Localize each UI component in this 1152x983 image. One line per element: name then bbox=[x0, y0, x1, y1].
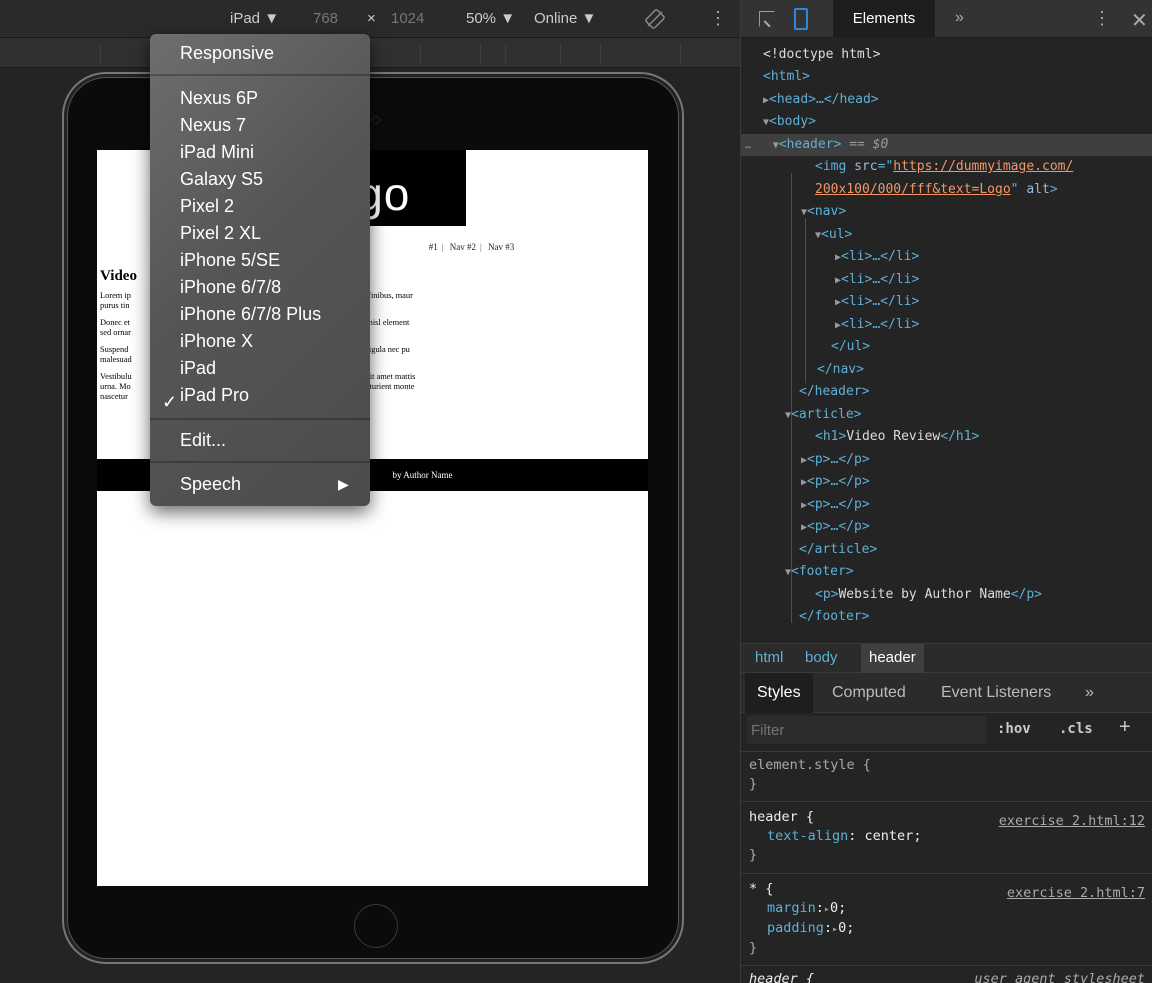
rule-universal[interactable]: * { exercise 2.html:7 margin:▸0; padding… bbox=[741, 873, 1152, 963]
menu-item-device[interactable]: iPhone 6/7/8 Plus bbox=[180, 304, 321, 325]
rule-header[interactable]: header { exercise 2.html:12 text-align: … bbox=[741, 801, 1152, 871]
breadcrumb: html body header bbox=[741, 643, 1152, 673]
menu-item-device[interactable]: iPhone 5/SE bbox=[180, 250, 280, 271]
devtools-panel: Elements » ⋮ ✕ <!doctype html> <html> ▶<… bbox=[740, 0, 1152, 983]
breadcrumb-body[interactable]: body bbox=[805, 649, 838, 666]
tab-styles[interactable]: Styles bbox=[745, 673, 813, 713]
dom-node-li[interactable]: ▶<li>…</li> bbox=[741, 269, 1152, 291]
rule-source-link[interactable]: exercise 2.html:12 bbox=[999, 812, 1145, 831]
nav-item[interactable]: Nav #3 bbox=[488, 242, 514, 252]
styles-tabbar: Styles Computed Event Listeners » bbox=[741, 673, 1152, 713]
submenu-arrow-icon: ▶ bbox=[338, 476, 349, 492]
tab-computed[interactable]: Computed bbox=[832, 673, 906, 713]
dom-node-nav[interactable]: ▼<nav> bbox=[741, 201, 1152, 223]
dom-node-li[interactable]: ▶<li>…</li> bbox=[741, 291, 1152, 313]
menu-item-device[interactable]: Pixel 2 bbox=[180, 196, 234, 217]
nav-item[interactable]: Nav #2 bbox=[450, 242, 476, 252]
dom-node-ul-close[interactable]: </ul> bbox=[741, 336, 1152, 358]
filter-input[interactable] bbox=[747, 716, 987, 744]
dom-node-h1[interactable]: <h1>Video Review</h1> bbox=[741, 426, 1152, 448]
dom-node-ul[interactable]: ▼<ul> bbox=[741, 224, 1152, 246]
rule-user-agent[interactable]: header { user agent stylesheet bbox=[741, 965, 1152, 983]
dom-node-html[interactable]: <html> bbox=[741, 66, 1152, 88]
dom-node-li[interactable]: ▶<li>…</li> bbox=[741, 246, 1152, 268]
dom-tree: <!doctype html> <html> ▶<head>…</head> ▼… bbox=[741, 38, 1152, 643]
dom-node-footer[interactable]: ▼<footer> bbox=[741, 561, 1152, 583]
dom-node-img-cont[interactable]: 200x100/000/fff&text=Logo" alt> bbox=[741, 179, 1152, 201]
tab-elements[interactable]: Elements bbox=[833, 0, 935, 38]
device-emulation-pane: iPad ▼ 768 × 1024 50% ▼ Online ▼ ⋮ ogo #… bbox=[0, 0, 740, 983]
width-field[interactable]: 768 bbox=[313, 10, 338, 27]
more-panes-icon[interactable]: » bbox=[1085, 673, 1094, 713]
zoom-select[interactable]: 50% ▼ bbox=[466, 10, 515, 27]
dom-node-p[interactable]: ▶<p>…</p> bbox=[741, 516, 1152, 538]
dom-node-footer-close[interactable]: </footer> bbox=[741, 606, 1152, 628]
dom-node-header-close[interactable]: </header> bbox=[741, 381, 1152, 403]
dom-node-head[interactable]: ▶<head>…</head> bbox=[741, 89, 1152, 111]
menu-item-device[interactable]: Nexus 7 bbox=[180, 115, 246, 136]
device-more-icon[interactable]: ⋮ bbox=[709, 8, 727, 29]
device-dropdown-menu: Responsive Nexus 6P Nexus 7 iPad Mini Ga… bbox=[150, 34, 370, 506]
breadcrumb-html[interactable]: html bbox=[755, 649, 783, 666]
device-toggle-icon[interactable] bbox=[794, 8, 808, 30]
dom-node-article-close[interactable]: </article> bbox=[741, 539, 1152, 561]
menu-item-device[interactable]: iPhone 6/7/8 bbox=[180, 277, 281, 298]
menu-item-device[interactable]: iPhone X bbox=[180, 331, 253, 352]
dom-node-p[interactable]: ▶<p>…</p> bbox=[741, 494, 1152, 516]
menu-item-speech[interactable]: Speech bbox=[180, 474, 241, 495]
footer-text: by Author Name bbox=[392, 470, 453, 480]
menu-item-device[interactable]: Pixel 2 XL bbox=[180, 223, 261, 244]
nav-item[interactable]: #1 bbox=[429, 242, 438, 252]
dom-node-li[interactable]: ▶<li>…</li> bbox=[741, 314, 1152, 336]
style-rules: element.style { } header { exercise 2.ht… bbox=[741, 747, 1152, 983]
media-query-bars[interactable] bbox=[0, 38, 740, 68]
height-field[interactable]: 1024 bbox=[391, 10, 424, 27]
rule-source-ua: user agent stylesheet bbox=[974, 971, 1145, 983]
dom-node-nav-close[interactable]: </nav> bbox=[741, 359, 1152, 381]
cls-toggle[interactable]: .cls bbox=[1059, 721, 1093, 737]
dom-node-footer-p[interactable]: <p>Website by Author Name</p> bbox=[741, 584, 1152, 606]
rule-element-style[interactable]: element.style { } bbox=[741, 751, 1152, 801]
menu-item-device[interactable]: iPad Pro bbox=[180, 385, 249, 406]
add-rule-icon[interactable]: + bbox=[1119, 716, 1131, 739]
dom-node-img[interactable]: <img src="https://dummyimage.com/ bbox=[741, 156, 1152, 178]
menu-item-device[interactable]: Galaxy S5 bbox=[180, 169, 263, 190]
dom-node-header-selected[interactable]: … ▼<header> == $0 bbox=[741, 134, 1152, 156]
device-toolbar: iPad ▼ 768 × 1024 50% ▼ Online ▼ ⋮ bbox=[0, 0, 740, 38]
dom-node-body[interactable]: ▼<body> bbox=[741, 111, 1152, 133]
camera-icon bbox=[372, 116, 380, 124]
dom-node-p[interactable]: ▶<p>…</p> bbox=[741, 449, 1152, 471]
hov-toggle[interactable]: :hov bbox=[997, 721, 1031, 737]
breadcrumb-header[interactable]: header bbox=[861, 644, 924, 673]
home-button bbox=[354, 904, 398, 948]
dom-node-p[interactable]: ▶<p>…</p> bbox=[741, 471, 1152, 493]
styles-filter-row: :hov .cls + bbox=[741, 713, 1152, 747]
rotate-icon[interactable] bbox=[645, 9, 665, 29]
network-select[interactable]: Online ▼ bbox=[534, 10, 596, 27]
rule-source-link[interactable]: exercise 2.html:7 bbox=[1007, 884, 1145, 903]
menu-item-edit[interactable]: Edit... bbox=[180, 430, 226, 451]
menu-item-responsive[interactable]: Responsive bbox=[180, 43, 274, 64]
dimension-separator: × bbox=[367, 10, 376, 27]
menu-item-device[interactable]: iPad Mini bbox=[180, 142, 254, 163]
menu-item-device-selected[interactable]: iPad bbox=[180, 358, 216, 379]
checkmark-icon: ✓ bbox=[162, 392, 178, 412]
dom-node-article[interactable]: ▼<article> bbox=[741, 404, 1152, 426]
close-icon[interactable]: ✕ bbox=[1131, 8, 1148, 33]
inspect-element-icon[interactable] bbox=[759, 11, 775, 27]
more-tabs-icon[interactable]: » bbox=[955, 9, 964, 27]
devtools-menu-icon[interactable]: ⋮ bbox=[1093, 8, 1111, 29]
tab-event-listeners[interactable]: Event Listeners bbox=[941, 673, 1051, 713]
devtools-toolbar: Elements » ⋮ ✕ bbox=[741, 0, 1152, 38]
dom-node-doctype[interactable]: <!doctype html> bbox=[741, 44, 1152, 66]
menu-item-device[interactable]: Nexus 6P bbox=[180, 88, 258, 109]
device-select[interactable]: iPad ▼ bbox=[230, 10, 279, 27]
